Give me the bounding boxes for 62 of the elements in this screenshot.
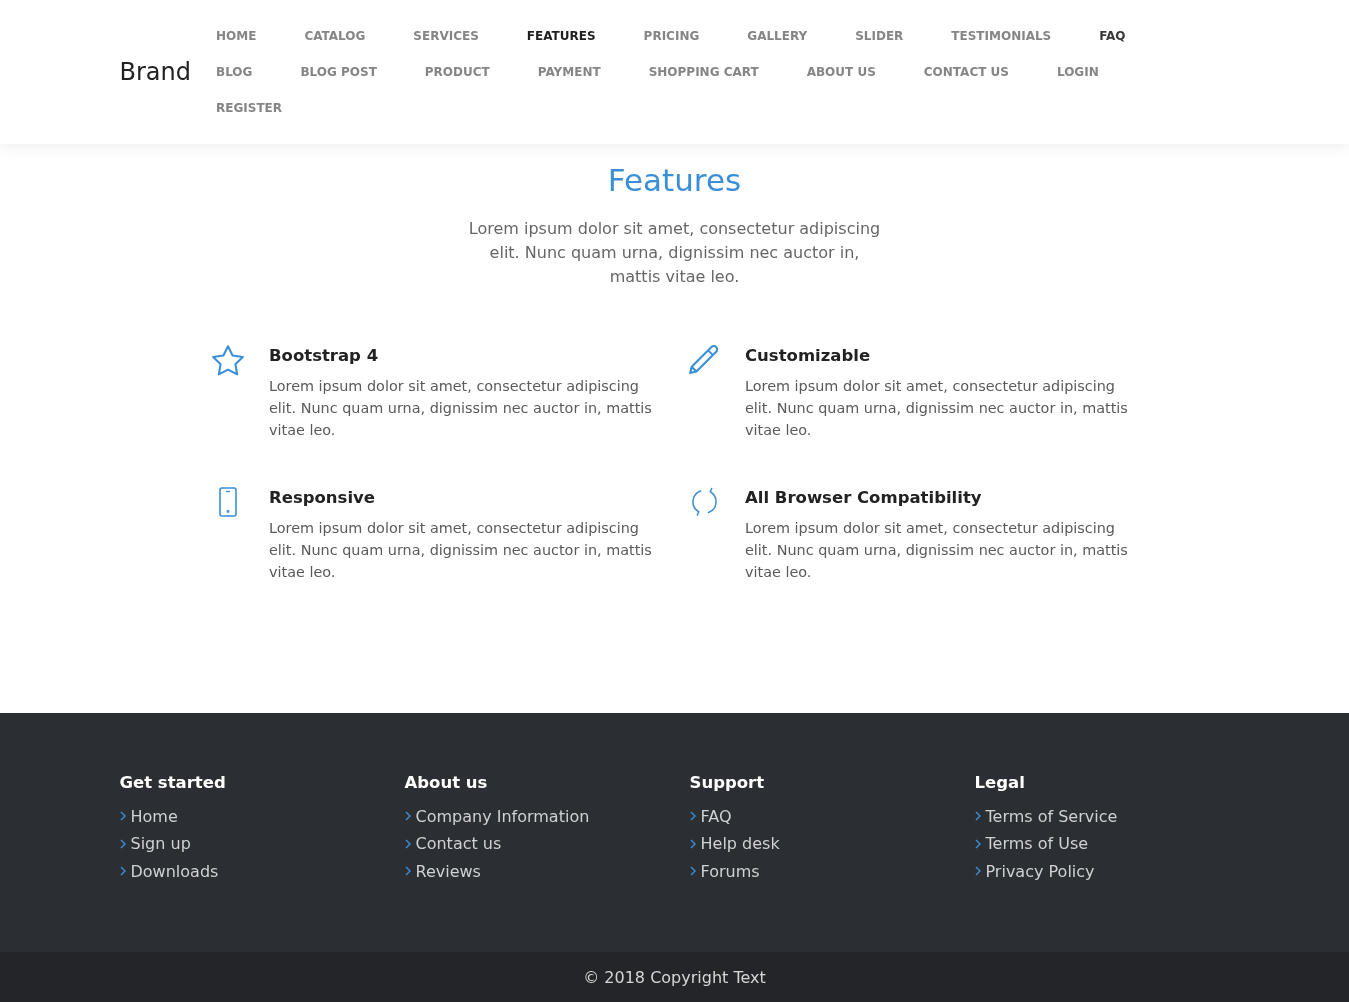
- footer-link[interactable]: Terms of Service: [974, 802, 1118, 830]
- chevron-right-icon: [689, 811, 696, 821]
- brand-link[interactable]: Brand: [119, 57, 191, 87]
- footer-link[interactable]: Help desk: [689, 830, 780, 857]
- nav-link[interactable]: PRODUCT: [424, 54, 490, 90]
- chevron-right-icon: [404, 811, 411, 821]
- footer-heading: Support: [689, 772, 766, 794]
- nav-link[interactable]: FEATURES: [526, 18, 596, 54]
- footer-heading: Get started: [119, 772, 227, 794]
- feature-description: Lorem ipsum dolor sit amet, consectetur adipiscing elit. Nunc quam urna, dignissim nec auctor in, mattis vitae leo.: [269, 519, 653, 582]
- chevron-right-icon: [689, 866, 696, 876]
- nav-link[interactable]: REGISTER: [216, 90, 282, 126]
- section-title: Features: [606, 161, 743, 200]
- chevron-right-icon: [974, 838, 981, 849]
- feature-title: All Browser Compatibility: [745, 487, 983, 509]
- nav-link[interactable]: PAYMENT: [537, 54, 601, 90]
- footer-link[interactable]: Privacy Policy: [974, 857, 1095, 885]
- nav-link[interactable]: BLOG POST: [300, 54, 377, 90]
- nav-link[interactable]: PRICING: [643, 18, 700, 54]
- nav-link[interactable]: CATALOG: [304, 18, 366, 54]
- chevron-right-icon: [404, 838, 411, 849]
- footer-heading: Legal: [974, 772, 1026, 794]
- footer-link[interactable]: Sign up: [119, 830, 191, 857]
- nav-link[interactable]: GALLERY: [747, 18, 808, 54]
- footer-link[interactable]: Home: [119, 802, 178, 830]
- nav-link[interactable]: SHOPPING CART: [648, 54, 759, 90]
- footer-link[interactable]: FAQ: [689, 802, 732, 830]
- footer-link[interactable]: Forums: [689, 857, 760, 885]
- footer-heading: About us: [404, 772, 489, 794]
- nav-link[interactable]: BLOG: [216, 54, 253, 90]
- chevron-right-icon: [974, 811, 981, 821]
- feature-title: Responsive: [269, 487, 377, 509]
- feature-description: Lorem ipsum dolor sit amet, consectetur adipiscing elit. Nunc quam urna, dignissim nec auctor in, mattis vitae leo.: [269, 377, 653, 440]
- chevron-right-icon: [119, 811, 126, 821]
- nav-link[interactable]: CONTACT US: [923, 54, 1009, 90]
- pencil-icon: [688, 345, 720, 375]
- circular-arrows-icon: [689, 487, 719, 517]
- chevron-right-icon: [404, 866, 411, 876]
- mobile-phone-icon: [219, 487, 237, 517]
- nav-link[interactable]: SLIDER: [855, 18, 904, 54]
- nav-link[interactable]: FAQ: [1099, 18, 1126, 54]
- footer-link[interactable]: Company Information: [404, 802, 590, 830]
- nav-link[interactable]: ABOUT US: [806, 54, 876, 90]
- footer-link[interactable]: Downloads: [119, 857, 219, 885]
- intro-paragraph: Lorem ipsum dolor sit amet, consectetur adipiscing elit. Nunc quam urna, dignissim nec auctor in, mattis vitae leo.: [467, 218, 882, 288]
- feature-title: Customizable: [745, 345, 872, 367]
- copyright-text: © 2018 Copyright Text: [583, 966, 766, 989]
- nav-link[interactable]: TESTIMONIALS: [951, 18, 1052, 54]
- footer-link[interactable]: Terms of Use: [974, 830, 1089, 857]
- feature-description: Lorem ipsum dolor sit amet, consectetur adipiscing elit. Nunc quam urna, dignissim nec auctor in, mattis vitae leo.: [745, 519, 1129, 582]
- nav-link[interactable]: HOME: [216, 18, 257, 54]
- star-icon: [212, 345, 244, 376]
- chevron-right-icon: [974, 866, 981, 876]
- chevron-right-icon: [119, 838, 126, 849]
- nav-link[interactable]: LOGIN: [1056, 54, 1099, 90]
- footer-link[interactable]: Contact us: [404, 830, 502, 857]
- chevron-right-icon: [119, 866, 126, 876]
- chevron-right-icon: [689, 838, 696, 849]
- footer-link[interactable]: Reviews: [404, 857, 481, 885]
- feature-description: Lorem ipsum dolor sit amet, consectetur adipiscing elit. Nunc quam urna, dignissim nec auctor in, mattis vitae leo.: [745, 377, 1129, 440]
- nav-link[interactable]: SERVICES: [413, 18, 479, 54]
- feature-title: Bootstrap 4: [269, 345, 380, 367]
